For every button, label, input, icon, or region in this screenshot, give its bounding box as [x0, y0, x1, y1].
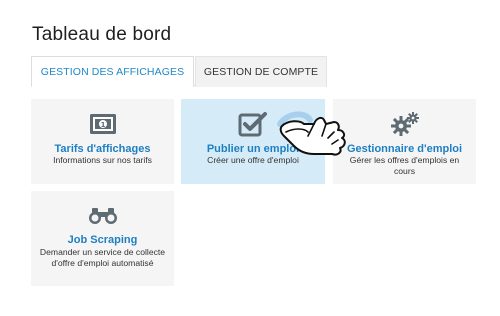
- tab-bar: GESTION DES AFFICHAGES GESTION DE COMPTE: [31, 56, 327, 87]
- card-description: Créer une offre d'emploi: [207, 155, 299, 165]
- money-icon: 1: [89, 113, 117, 140]
- card-job-scraping[interactable]: Job Scraping Demander un service de coll…: [31, 191, 174, 286]
- card-publier-emploi[interactable]: Publier un emploi Créer une offre d'empl…: [181, 99, 325, 184]
- binoculars-icon: [87, 205, 119, 230]
- card-description: Gérer les offres d'emplois en cours: [349, 155, 460, 176]
- card-description: Demander un service de collecte d'offre …: [39, 247, 166, 268]
- card-title: Job Scraping: [67, 234, 138, 246]
- card-title: Gestionnaire d'emploi: [346, 143, 463, 155]
- card-gestionnaire-emploi[interactable]: Gestionnaire d'emploi Gérer les offres d…: [333, 99, 476, 184]
- tab-gestion-de-compte[interactable]: GESTION DE COMPTE: [195, 56, 327, 87]
- card-title: Tarifs d'affichages: [54, 143, 151, 155]
- checkbox-icon: [238, 111, 268, 142]
- card-tarifs-affichages[interactable]: 1 Tarifs d'affichages Informations sur n…: [31, 99, 174, 184]
- card-description: Informations sur nos tarifs: [53, 155, 152, 165]
- gears-icon: [390, 111, 420, 142]
- page-title: Tableau de bord: [32, 24, 172, 45]
- card-title: Publier un emploi: [206, 143, 300, 155]
- svg-text:1: 1: [100, 121, 105, 129]
- tab-gestion-des-affichages[interactable]: GESTION DES AFFICHAGES: [31, 56, 194, 87]
